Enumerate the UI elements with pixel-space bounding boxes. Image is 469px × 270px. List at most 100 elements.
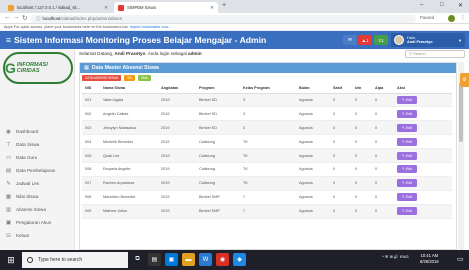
sidebar-item-data-guru[interactable]: ▭ Data Guru: [0, 151, 75, 164]
settings-toggle-icon[interactable]: ⚙: [460, 73, 469, 87]
browser-tab-bar: localhost / 127.0.0.1 / siakad_sit... ✕ …: [0, 0, 469, 13]
browser-tab-simpbm[interactable]: SIMPBM Siswa ✕: [114, 2, 218, 13]
taskbar-search-input[interactable]: Type here to search: [22, 252, 128, 268]
col-program[interactable]: Program: [196, 83, 240, 94]
cell-sakit: 0: [330, 93, 352, 108]
search-input[interactable]: ⚲ Search: [405, 50, 465, 58]
col-kelas-program[interactable]: Kelas Program: [240, 83, 296, 94]
hamburger-icon[interactable]: ≡: [6, 35, 11, 45]
edit-button[interactable]: ✎ Edit: [397, 193, 417, 202]
minimize-icon[interactable]: –: [420, 2, 423, 8]
word-icon[interactable]: W: [199, 253, 212, 266]
edit-button[interactable]: ✎ Edit: [397, 207, 417, 216]
chrome-icon[interactable]: ◉: [216, 253, 229, 266]
sidebar-item-keluar[interactable]: ⊡ Keluar: [0, 229, 75, 242]
cell-program: Bimbel SD: [196, 93, 240, 108]
forward-icon[interactable]: →: [13, 14, 20, 21]
cell-izin: 0: [352, 162, 372, 177]
user-menu[interactable]: Halo, Andi Prasetyo ▼: [391, 33, 465, 47]
cell-angkatan: 2019: [158, 204, 196, 219]
cell-sakit: 0: [330, 204, 352, 219]
cell-program: Calistung: [196, 148, 240, 163]
logo-text: INFORMASI CIRIDAS: [16, 62, 48, 74]
edit-button[interactable]: ✎ Edit: [397, 179, 417, 188]
scrollbar-thumb[interactable]: [459, 82, 463, 142]
col-alpa[interactable]: Alpa: [372, 83, 394, 94]
sidebar-item-nilai-siswa[interactable]: ▦ Nilai Siswa: [0, 190, 75, 203]
app-icon[interactable]: ◆: [233, 253, 246, 266]
badge-data-absensi[interactable]: DATA ABSENSI SISWA: [82, 75, 122, 81]
new-tab-icon[interactable]: +: [222, 2, 226, 9]
edit-button[interactable]: ✎ Edit: [397, 151, 417, 160]
main-content: Selamat Datang, Andi Prasetyo. Anda logi…: [75, 49, 469, 250]
windows-start-icon[interactable]: ⊞: [0, 250, 22, 270]
edit-button[interactable]: ✎ Edit: [397, 165, 417, 174]
close-window-icon[interactable]: ✕: [458, 2, 463, 9]
menu-kebab-icon[interactable]: ⋮: [460, 14, 466, 21]
sidebar-item-data-siswa[interactable]: ⊤ Data Siswa: [0, 138, 75, 151]
col-bulan[interactable]: Bulan: [296, 83, 330, 94]
close-tab-icon[interactable]: ✕: [104, 5, 108, 11]
url-field[interactable]: ⓘ localhost/siakad/index.php/admin/absen: [31, 14, 416, 23]
sidebar-item-absensi-siswa[interactable]: ▥ Absensi Siswa: [0, 203, 75, 216]
badge-sma[interactable]: SMA: [137, 75, 151, 81]
col-sakit[interactable]: Sakit: [330, 83, 352, 94]
cell-bulan: Agustus: [296, 93, 330, 108]
profile-avatar[interactable]: [448, 15, 455, 22]
search-placeholder: Search: [413, 51, 426, 56]
cell-bulan: Agustus: [296, 176, 330, 191]
back-icon[interactable]: ←: [4, 14, 11, 21]
task-view-icon[interactable]: ⧉: [131, 253, 144, 266]
dashboard-icon: ◉: [6, 128, 11, 135]
cell-aksi: ✎ Edit: [394, 93, 452, 108]
maximize-icon[interactable]: □: [440, 2, 444, 8]
sidebar-item-data-pembelajaran[interactable]: ▤ Data Pembelajaran: [0, 164, 75, 177]
col-angkatan[interactable]: Angkatan: [158, 83, 196, 94]
notification-icon[interactable]: ▭: [457, 255, 464, 263]
close-tab-icon[interactable]: ✕: [210, 5, 214, 11]
bookmarks-hint: Apps For quick access, place your bookma…: [4, 25, 129, 29]
col-nis[interactable]: NIS: [82, 83, 100, 94]
content-scrollbar[interactable]: [458, 62, 464, 250]
cell-alpa: 0: [372, 148, 394, 163]
cell-aksi: ✎ Edit: [394, 106, 452, 122]
col-nama-siswa[interactable]: Nama Siswa: [100, 83, 158, 94]
profile-status[interactable]: Paused: [420, 15, 434, 20]
cell-alpa: 0: [372, 134, 394, 150]
cell-izin: 0: [352, 190, 372, 205]
windows-taskbar: ⊞ Type here to search ⧉ ▤ ▣ ▬ W ◉ ◆ ^ ✉ …: [0, 250, 469, 270]
user-greeting: Halo,: [407, 35, 416, 40]
system-tray[interactable]: ^ ✉ ⊞ 🔊 ENG: [382, 254, 409, 259]
cell-angkatan: 2019: [158, 162, 196, 177]
cell-bulan: Agustus: [296, 204, 330, 219]
sidebar-item-pengaturan-akun[interactable]: ▣ Pengaturan Akun: [0, 216, 75, 229]
badge-sd[interactable]: SD: [124, 75, 135, 81]
file-explorer-icon[interactable]: ▤: [148, 253, 161, 266]
edit-button[interactable]: ✎ Edit: [397, 137, 417, 146]
import-bookmarks-link[interactable]: Import bookmarks now...: [130, 25, 171, 29]
tasks-icon[interactable]: ≡ 1: [374, 35, 388, 45]
book-icon: ▤: [5, 167, 12, 174]
edit-button[interactable]: ✎ Edit: [397, 109, 417, 118]
app-header: ≡ Sistem Informasi Monitoring Proses Bela…: [0, 31, 469, 49]
cell-izin: 0: [352, 120, 372, 136]
sidebar-item-jadwal-les[interactable]: ✎ Jadwal Les: [0, 177, 75, 190]
cell-nis: 007: [82, 176, 100, 191]
edit-button[interactable]: ✎ Edit: [397, 123, 417, 132]
clock[interactable]: 10:41 AM 8/26/2019: [420, 253, 439, 265]
cell-alpa: 0: [372, 106, 394, 122]
col-izin[interactable]: Izin: [352, 83, 372, 94]
store-icon[interactable]: ▣: [165, 253, 178, 266]
cell-kelas-program: TK: [240, 134, 296, 150]
reload-icon[interactable]: ↻: [22, 14, 27, 22]
folder-icon[interactable]: ▬: [182, 253, 195, 266]
browser-tab-phpmyadmin[interactable]: localhost / 127.0.0.1 / siakad_sit... ✕: [4, 2, 112, 13]
cell-aksi: ✎ Edit: [394, 204, 452, 219]
sidebar-item-dashboard[interactable]: ◉ Dashboard: [0, 125, 75, 138]
messages-icon[interactable]: ✉: [343, 35, 357, 45]
gear-icon: ▣: [5, 219, 12, 226]
logo-mark-icon: G: [5, 60, 16, 76]
logo: G INFORMASI CIRIDAS: [3, 52, 73, 84]
edit-button[interactable]: ✎ Edit: [397, 95, 417, 104]
alerts-icon[interactable]: ▲ 1: [358, 35, 372, 45]
